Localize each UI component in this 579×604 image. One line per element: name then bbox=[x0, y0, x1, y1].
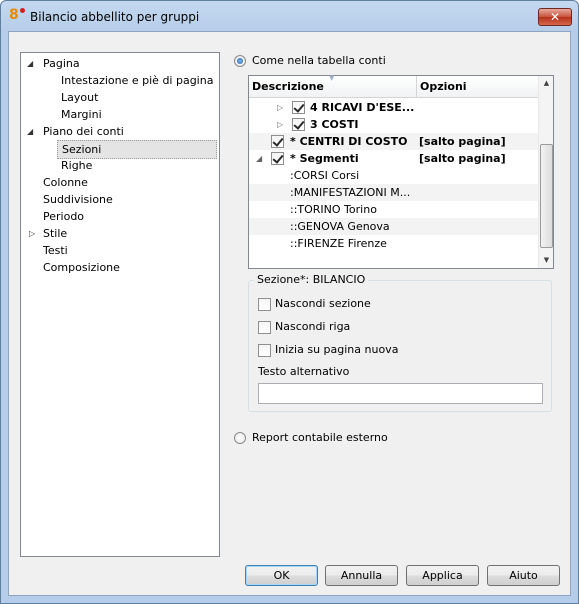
collapsed-arrow-icon[interactable]: ▷ bbox=[277, 99, 287, 116]
hide-row-checkbox[interactable] bbox=[258, 321, 271, 334]
dialog-window: 8 Bilancio abbellito per gruppi ✕ ◢ Pagi… bbox=[0, 0, 579, 604]
tree-item-colonne[interactable]: Colonne bbox=[43, 174, 88, 191]
settings-tree[interactable]: ◢ Pagina Intestazione e piè di pagina La… bbox=[20, 52, 220, 557]
scroll-thumb[interactable] bbox=[540, 144, 553, 248]
grid-vertical-scrollbar[interactable]: ▲ ▼ bbox=[538, 76, 553, 268]
banana-app-icon: 8 bbox=[9, 7, 26, 24]
table-source-radio[interactable] bbox=[234, 55, 246, 67]
tree-item-righe[interactable]: Righe bbox=[61, 157, 92, 174]
grid-row[interactable]: :CORSI Corsi bbox=[249, 167, 538, 184]
sort-indicator-icon: ▼ bbox=[329, 74, 335, 82]
collapsed-arrow-icon[interactable]: ▷ bbox=[29, 225, 39, 242]
tree-item-composizione[interactable]: Composizione bbox=[43, 259, 120, 276]
expanded-arrow-icon[interactable]: ◢ bbox=[256, 150, 266, 167]
hide-section-label: Nascondi sezione bbox=[275, 297, 371, 310]
grid-row[interactable]: ▷ 3 COSTI bbox=[249, 116, 538, 133]
row-checkbox[interactable] bbox=[271, 135, 284, 148]
external-report-label: Report contabile esterno bbox=[252, 431, 388, 444]
row-checkbox[interactable] bbox=[292, 101, 305, 114]
scroll-up-icon[interactable]: ▲ bbox=[539, 76, 554, 91]
row-checkbox[interactable] bbox=[292, 118, 305, 131]
apply-button[interactable]: Applica bbox=[406, 565, 479, 586]
alt-text-input[interactable] bbox=[258, 383, 543, 404]
collapsed-arrow-icon[interactable]: ▷ bbox=[277, 116, 287, 133]
sections-grid[interactable]: Descrizione ▼ Opzioni ▷ 4 RICAVI D'ESE..… bbox=[248, 74, 554, 269]
tree-item-margini[interactable]: Margini bbox=[61, 106, 102, 123]
row-checkbox[interactable] bbox=[271, 152, 284, 165]
tree-item-testi[interactable]: Testi bbox=[43, 242, 68, 259]
tree-item-layout[interactable]: Layout bbox=[61, 89, 98, 106]
title-bar[interactable]: 8 Bilancio abbellito per gruppi ✕ bbox=[1, 1, 578, 31]
grid-row[interactable]: ◢ * Segmenti [salto pagina] bbox=[249, 150, 538, 167]
scroll-down-icon[interactable]: ▼ bbox=[539, 253, 554, 268]
table-source-label: Come nella tabella conti bbox=[252, 54, 386, 67]
external-report-radio[interactable] bbox=[234, 432, 246, 444]
grid-row[interactable]: :MANIFESTAZIONI M... bbox=[249, 184, 538, 201]
expanded-arrow-icon[interactable]: ◢ bbox=[27, 55, 37, 72]
grid-row[interactable]: ::GENOVA Genova bbox=[249, 218, 538, 235]
window-title: Bilancio abbellito per gruppi bbox=[30, 10, 200, 24]
ok-button[interactable]: OK bbox=[245, 565, 318, 586]
cancel-button[interactable]: Annulla bbox=[325, 565, 398, 586]
grid-row[interactable]: ▷ 4 RICAVI D'ESE... bbox=[249, 99, 538, 116]
grid-header: Descrizione ▼ Opzioni bbox=[249, 74, 538, 98]
hide-row-label: Nascondi riga bbox=[275, 320, 351, 333]
hide-section-checkbox[interactable] bbox=[258, 298, 271, 311]
close-button[interactable]: ✕ bbox=[538, 8, 572, 26]
tree-item-periodo[interactable]: Periodo bbox=[43, 208, 84, 225]
new-page-label: Inizia su pagina nuova bbox=[275, 343, 399, 356]
tree-item-sezioni[interactable]: Sezioni bbox=[57, 140, 217, 159]
tree-item-intestazione[interactable]: Intestazione e piè di pagina bbox=[61, 72, 213, 89]
dialog-body: ◢ Pagina Intestazione e piè di pagina La… bbox=[8, 31, 571, 596]
grid-row[interactable]: * CENTRI DI COSTO [salto pagina] bbox=[249, 133, 538, 150]
expanded-arrow-icon[interactable]: ◢ bbox=[27, 123, 37, 140]
column-opzioni[interactable]: Opzioni bbox=[417, 76, 537, 98]
section-group-title: Sezione*: BILANCIO bbox=[254, 273, 369, 286]
help-button[interactable]: Aiuto bbox=[487, 565, 560, 586]
new-page-checkbox[interactable] bbox=[258, 344, 271, 357]
grid-row[interactable]: ::TORINO Torino bbox=[249, 201, 538, 218]
tree-item-suddivisione[interactable]: Suddivisione bbox=[43, 191, 113, 208]
grid-row[interactable]: ::FIRENZE Firenze bbox=[249, 235, 538, 252]
alt-text-label: Testo alternativo bbox=[258, 365, 350, 378]
